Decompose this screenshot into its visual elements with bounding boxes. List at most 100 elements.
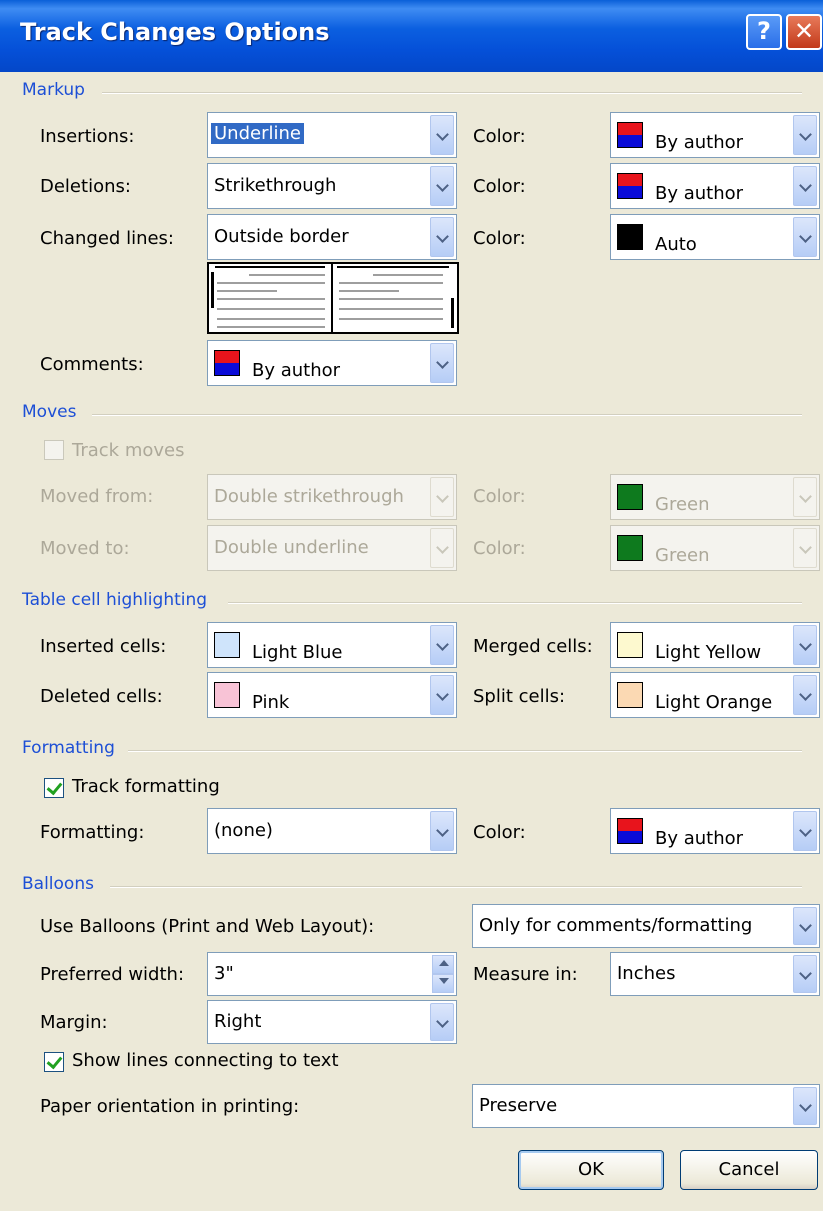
chevron-down-icon[interactable] bbox=[430, 166, 454, 206]
color-swatch bbox=[617, 484, 643, 510]
insertions-color-dropdown[interactable]: By author bbox=[610, 112, 820, 158]
moved-from-color-dropdown[interactable]: Green bbox=[610, 474, 820, 520]
chevron-down-icon[interactable] bbox=[793, 115, 817, 155]
comments-label: Comments: bbox=[40, 354, 144, 375]
track-moves-label: Track moves bbox=[72, 440, 185, 461]
window-title: Track Changes Options bbox=[20, 18, 330, 46]
chevron-down-icon[interactable] bbox=[430, 811, 454, 851]
deletions-color-dropdown[interactable]: By author bbox=[610, 163, 820, 209]
changed-lines-color-dropdown[interactable]: Auto bbox=[610, 214, 820, 260]
chevron-down-icon[interactable] bbox=[430, 528, 454, 568]
chevron-down-icon[interactable] bbox=[430, 675, 454, 715]
chevron-down-icon[interactable] bbox=[430, 477, 454, 517]
color-swatch bbox=[617, 173, 643, 199]
track-moves-checkbox[interactable] bbox=[44, 440, 64, 460]
spin-up-icon[interactable] bbox=[432, 955, 454, 974]
close-icon[interactable]: ✕ bbox=[786, 14, 822, 50]
deletions-label: Deletions: bbox=[40, 176, 131, 197]
section-divider bbox=[102, 92, 802, 94]
section-divider bbox=[128, 750, 802, 752]
chevron-down-icon[interactable] bbox=[793, 625, 817, 665]
moved-from-color-value: Green bbox=[655, 494, 710, 515]
insertions-label: Insertions: bbox=[40, 126, 135, 147]
merged-cells-label: Merged cells: bbox=[473, 636, 593, 657]
comments-dropdown[interactable]: By author bbox=[207, 340, 457, 386]
deleted-cells-dropdown[interactable]: Pink bbox=[207, 672, 457, 718]
chevron-down-icon[interactable] bbox=[793, 811, 817, 851]
formatting-color-dropdown[interactable]: By author bbox=[610, 808, 820, 854]
measure-in-label: Measure in: bbox=[473, 964, 578, 985]
moved-from-dropdown[interactable]: Double strikethrough bbox=[207, 474, 457, 520]
chevron-down-icon[interactable] bbox=[793, 675, 817, 715]
inserted-cells-dropdown[interactable]: Light Blue bbox=[207, 622, 457, 668]
color-swatch bbox=[617, 535, 643, 561]
chevron-down-icon[interactable] bbox=[430, 115, 454, 155]
moved-to-color-dropdown[interactable]: Green bbox=[610, 525, 820, 571]
chevron-down-icon[interactable] bbox=[793, 528, 817, 568]
measure-in-dropdown[interactable]: Inches bbox=[610, 952, 820, 996]
chevron-down-icon[interactable] bbox=[430, 217, 454, 257]
split-cells-label: Split cells: bbox=[473, 686, 566, 707]
insertions-value: Underline bbox=[211, 123, 304, 144]
section-formatting: Formatting bbox=[22, 738, 115, 758]
chevron-down-icon[interactable] bbox=[793, 1087, 817, 1125]
margin-label: Margin: bbox=[40, 1012, 108, 1033]
paper-orientation-label: Paper orientation in printing: bbox=[40, 1096, 300, 1117]
chevron-down-icon[interactable] bbox=[793, 477, 817, 517]
cancel-button[interactable]: Cancel bbox=[680, 1150, 818, 1190]
deletions-value: Strikethrough bbox=[214, 175, 337, 196]
title-bar[interactable]: Track Changes Options ? ✕ bbox=[0, 0, 823, 72]
spin-buttons[interactable] bbox=[432, 955, 454, 993]
measure-in-value: Inches bbox=[617, 963, 676, 984]
show-lines-checkbox[interactable] bbox=[44, 1052, 64, 1072]
chevron-down-icon[interactable] bbox=[430, 1003, 454, 1041]
merged-cells-value: Light Yellow bbox=[655, 642, 762, 663]
chevron-down-icon[interactable] bbox=[430, 625, 454, 665]
moved-to-label: Moved to: bbox=[40, 538, 130, 559]
preferred-width-spinner[interactable]: 3" bbox=[207, 952, 457, 996]
chevron-down-icon[interactable] bbox=[793, 217, 817, 257]
section-moves: Moves bbox=[22, 402, 77, 422]
margin-dropdown[interactable]: Right bbox=[207, 1000, 457, 1044]
preferred-width-label: Preferred width: bbox=[40, 964, 185, 985]
color-swatch bbox=[617, 224, 643, 250]
deleted-cells-label: Deleted cells: bbox=[40, 686, 163, 707]
formatting-dropdown[interactable]: (none) bbox=[207, 808, 457, 854]
insertions-color-value: By author bbox=[655, 132, 744, 153]
ok-button[interactable]: OK bbox=[518, 1150, 664, 1190]
preferred-width-value: 3" bbox=[214, 963, 234, 984]
color-swatch bbox=[617, 632, 643, 658]
color-swatch bbox=[214, 682, 240, 708]
formatting-value: (none) bbox=[214, 820, 273, 841]
deleted-cells-value: Pink bbox=[252, 692, 290, 713]
changed-lines-preview bbox=[207, 262, 459, 334]
moved-to-value: Double underline bbox=[214, 537, 369, 558]
merged-cells-dropdown[interactable]: Light Yellow bbox=[610, 622, 820, 668]
spin-down-icon[interactable] bbox=[432, 974, 454, 993]
insertions-dropdown[interactable]: Underline bbox=[207, 112, 457, 158]
color-swatch bbox=[617, 818, 643, 844]
changed-lines-label: Changed lines: bbox=[40, 228, 174, 249]
chevron-down-icon[interactable] bbox=[793, 907, 817, 945]
changed-lines-dropdown[interactable]: Outside border bbox=[207, 214, 457, 260]
deletions-dropdown[interactable]: Strikethrough bbox=[207, 163, 457, 209]
help-icon[interactable]: ? bbox=[746, 14, 782, 50]
paper-orientation-dropdown[interactable]: Preserve bbox=[472, 1084, 820, 1128]
moved-to-dropdown[interactable]: Double underline bbox=[207, 525, 457, 571]
track-formatting-checkbox[interactable] bbox=[44, 778, 64, 798]
margin-value: Right bbox=[214, 1011, 262, 1032]
chevron-down-icon[interactable] bbox=[793, 166, 817, 206]
chevron-down-icon[interactable] bbox=[793, 955, 817, 993]
use-balloons-label: Use Balloons (Print and Web Layout): bbox=[40, 916, 375, 937]
color-swatch bbox=[617, 122, 643, 148]
formatting-label: Formatting: bbox=[40, 822, 145, 843]
track-formatting-label: Track formatting bbox=[72, 776, 220, 797]
color-swatch bbox=[214, 350, 240, 376]
chevron-down-icon[interactable] bbox=[430, 343, 454, 383]
use-balloons-dropdown[interactable]: Only for comments/formatting bbox=[472, 904, 820, 948]
paper-orientation-value: Preserve bbox=[479, 1095, 558, 1116]
changed-lines-value: Outside border bbox=[214, 226, 349, 247]
split-cells-dropdown[interactable]: Light Orange bbox=[610, 672, 820, 718]
section-divider bbox=[92, 414, 802, 416]
inserted-cells-label: Inserted cells: bbox=[40, 636, 167, 657]
